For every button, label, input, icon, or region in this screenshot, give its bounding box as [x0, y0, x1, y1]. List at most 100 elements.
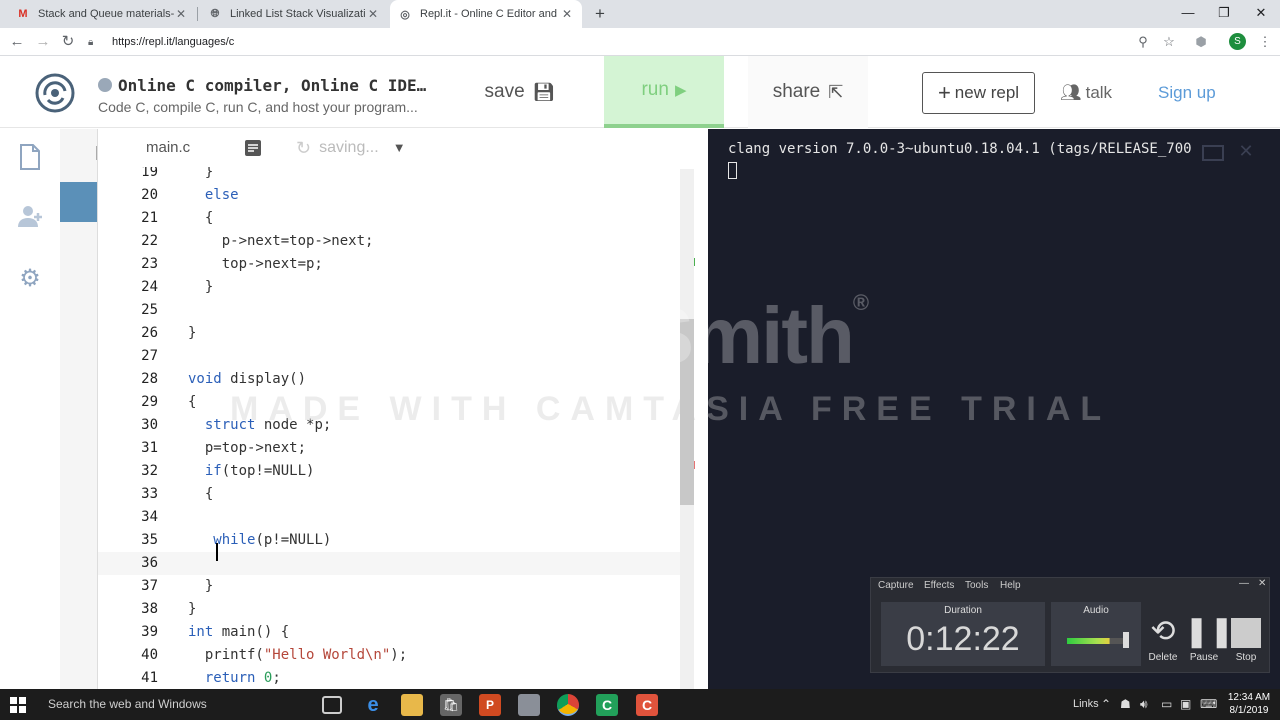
- talk-button[interactable]: 👥︎ talk: [1060, 72, 1112, 114]
- browser-tab-linked-list[interactable]: 🌐︎ Linked List Stack Visualization ✕: [200, 0, 388, 28]
- code-line[interactable]: 32 if(top!=NULL): [98, 460, 694, 483]
- file-icon[interactable]: [14, 143, 46, 175]
- chrome-icon[interactable]: [557, 694, 579, 716]
- back-arrow-icon[interactable]: ←: [7, 32, 27, 52]
- file-explorer-icon[interactable]: [401, 694, 423, 716]
- code-line[interactable]: 38}: [98, 598, 694, 621]
- links-toolbar[interactable]: Links: [1073, 689, 1099, 720]
- bookmark-star-icon[interactable]: ☆: [1160, 33, 1178, 51]
- code-line[interactable]: 31 p=top->next;: [98, 437, 694, 460]
- line-number: 25: [141, 302, 158, 318]
- window-close-icon[interactable]: ✕: [1243, 0, 1279, 28]
- new-tab-icon[interactable]: +: [590, 4, 610, 24]
- share-button[interactable]: share ⇱: [748, 56, 868, 128]
- run-button[interactable]: run ▶: [604, 56, 724, 128]
- minimize-icon[interactable]: —: [1170, 0, 1206, 28]
- camtasia-recorder: Capture Effects Tools Help — ✕ Duration …: [870, 577, 1270, 673]
- close-icon[interactable]: ✕: [560, 7, 574, 21]
- task-view-icon[interactable]: [322, 696, 342, 714]
- code-line[interactable]: 36: [98, 552, 694, 575]
- selected-file-indicator[interactable]: [60, 182, 97, 222]
- sign-up-link[interactable]: Sign up: [1158, 72, 1216, 114]
- play-icon: ▶: [674, 82, 687, 99]
- close-icon[interactable]: ✕: [1258, 578, 1266, 589]
- line-code: }: [188, 279, 214, 295]
- chevron-up-icon[interactable]: ⌃: [1101, 689, 1111, 720]
- reload-icon[interactable]: ↻: [58, 32, 78, 52]
- close-icon[interactable]: ✕: [174, 7, 188, 21]
- settings-gear-icon[interactable]: ⚙: [14, 263, 46, 295]
- edge-browser-icon[interactable]: e: [362, 694, 384, 716]
- line-code: while(p!=NULL): [213, 532, 332, 548]
- taskbar-search[interactable]: Search the web and Windows: [48, 689, 207, 720]
- keyboard-icon[interactable]: ⌨: [1200, 689, 1217, 720]
- battery-icon[interactable]: ▭: [1161, 689, 1172, 720]
- tab-label: Linked List Stack Visualization: [230, 8, 366, 20]
- users-icon[interactable]: [14, 203, 46, 235]
- code-line[interactable]: 34: [98, 506, 694, 529]
- code-line[interactable]: 23 top->next=p;: [98, 253, 694, 276]
- system-clock[interactable]: 12:34 AM 8/1/2019: [1222, 691, 1276, 717]
- code-line[interactable]: 21 {: [98, 207, 694, 230]
- code-line[interactable]: 35 while(p!=NULL): [98, 529, 694, 552]
- line-code: void display(): [188, 371, 307, 387]
- extension-icon[interactable]: ⬢: [1192, 33, 1210, 51]
- audio-volume-slider[interactable]: [1123, 632, 1129, 648]
- camtasia-recorder-icon[interactable]: C: [636, 694, 658, 716]
- replit-icon: ◎: [400, 8, 410, 21]
- store-icon[interactable]: 🛍︎: [440, 694, 462, 716]
- minimize-icon[interactable]: —: [1239, 578, 1249, 589]
- line-number: 22: [141, 233, 158, 249]
- powerpoint-icon[interactable]: P: [479, 694, 501, 716]
- close-icon[interactable]: ✕: [1236, 141, 1256, 161]
- text-cursor: [216, 543, 218, 561]
- menu-help[interactable]: Help: [1000, 580, 1021, 591]
- line-code: }: [188, 167, 214, 180]
- menu-effects[interactable]: Effects: [924, 580, 954, 591]
- network-icon[interactable]: ☗: [1120, 689, 1131, 720]
- line-number: 30: [141, 417, 158, 433]
- file-tab-main-c[interactable]: main.c: [146, 129, 190, 167]
- url-field[interactable]: 🔒︎ https://repl.it/languages/c: [88, 31, 1158, 53]
- clear-console-icon[interactable]: [1202, 145, 1224, 161]
- code-line[interactable]: 19 }: [98, 167, 694, 184]
- delete-button[interactable]: ⟲ Delete: [1143, 612, 1183, 663]
- save-button[interactable]: save 💾︎: [450, 56, 590, 128]
- more-menu-icon[interactable]: ⋮: [1256, 33, 1274, 51]
- line-number: 28: [141, 371, 158, 387]
- display-icon[interactable]: ▣: [1180, 689, 1191, 720]
- forward-arrow-icon[interactable]: →: [33, 32, 53, 52]
- stop-button[interactable]: Stop: [1226, 612, 1266, 663]
- line-number: 38: [141, 601, 158, 617]
- code-line[interactable]: 33 {: [98, 483, 694, 506]
- code-line[interactable]: 39 int main() {: [98, 621, 694, 644]
- stop-icon: [1226, 612, 1266, 652]
- code-line[interactable]: 22 p->next=top->next;: [98, 230, 694, 253]
- code-line[interactable]: 20 else: [98, 184, 694, 207]
- menu-tools[interactable]: Tools: [965, 580, 988, 591]
- spinner-icon: ↻: [296, 138, 312, 158]
- address-bar: ← → ↻ 🔒︎ https://repl.it/languages/c ⚲ ☆…: [0, 28, 1280, 56]
- browser-tab-stack-queue[interactable]: M Stack and Queue materials-FDP- ✕: [8, 0, 196, 28]
- format-code-icon[interactable]: [244, 139, 262, 157]
- menu-capture[interactable]: Capture: [878, 580, 914, 591]
- editor-scrollbar[interactable]: [680, 169, 694, 689]
- close-icon[interactable]: ✕: [366, 7, 380, 21]
- duration-value: 0:12:22: [906, 620, 1020, 658]
- volume-icon[interactable]: 🔊︎: [1140, 689, 1148, 720]
- code-line[interactable]: 37 }: [98, 575, 694, 598]
- code-line[interactable]: 41 return 0;: [98, 667, 694, 689]
- maximize-icon[interactable]: ❐: [1206, 0, 1242, 28]
- pause-button[interactable]: ❚❚ Pause: [1184, 612, 1234, 663]
- camtasia-green-icon[interactable]: C: [596, 694, 618, 716]
- app-icon[interactable]: [518, 694, 540, 716]
- new-repl-button[interactable]: + new repl: [922, 72, 1035, 114]
- left-sidebar: ⚙: [0, 129, 60, 689]
- code-line[interactable]: 40 printf("Hello World\n");: [98, 644, 694, 667]
- profile-avatar[interactable]: S: [1229, 33, 1246, 50]
- zoom-icon[interactable]: ⚲: [1134, 33, 1152, 51]
- replit-logo-icon[interactable]: [35, 73, 75, 113]
- chevron-down-icon[interactable]: ▼: [393, 129, 406, 167]
- windows-start-icon[interactable]: [10, 697, 26, 713]
- browser-tab-replit[interactable]: ◎ Repl.it - Online C Editor and IDE ✕: [390, 0, 582, 28]
